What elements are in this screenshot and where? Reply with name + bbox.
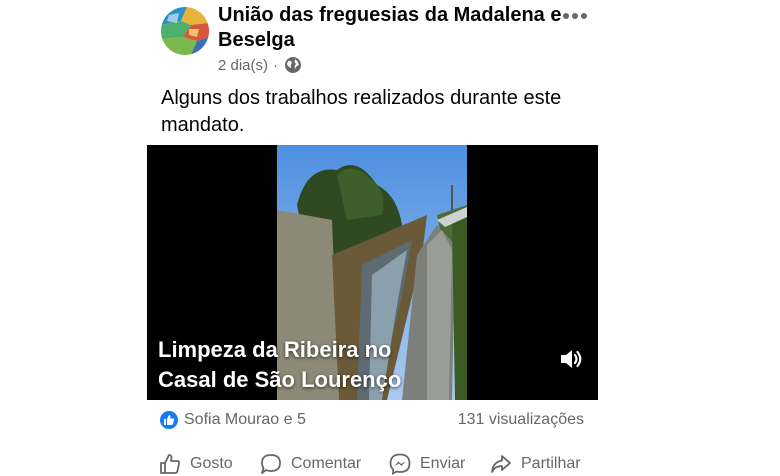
messenger-icon — [389, 453, 411, 476]
share-icon — [491, 455, 511, 473]
post-meta: 2 dia(s) · — [218, 55, 302, 75]
action-bar: Gosto Comentar Enviar Partilhar — [158, 452, 598, 476]
more-options-icon[interactable] — [560, 6, 590, 26]
post-caption: Alguns dos trabalhos realizados durante … — [161, 87, 562, 136]
share-label: Partilhar — [521, 455, 581, 472]
post-time[interactable]: 2 dia(s) — [218, 57, 268, 74]
send-button[interactable]: Enviar — [388, 452, 465, 476]
reactions-text: Sofia Mourao e 5 — [184, 411, 306, 428]
video-player[interactable]: Limpeza da Ribeira no Casal de São Loure… — [147, 145, 598, 400]
meta-separator: · — [273, 56, 279, 74]
reactions-summary[interactable]: Sofia Mourao e 5 — [160, 410, 306, 430]
page-avatar[interactable] — [161, 7, 209, 55]
video-title-line1: Limpeza da Ribeira no — [158, 337, 392, 362]
video-title-line2: Casal de São Lourenço — [158, 367, 402, 392]
send-label: Enviar — [420, 455, 466, 472]
comment-button[interactable]: Comentar — [259, 452, 361, 476]
like-reaction-icon — [160, 411, 178, 429]
like-icon — [160, 454, 180, 474]
volume-icon[interactable] — [558, 346, 584, 372]
views-count: 131 visualizações — [457, 411, 584, 428]
page-name[interactable]: União das freguesias da Madalena e Besel… — [218, 3, 568, 53]
comment-icon — [261, 454, 281, 474]
facebook-post: União das freguesias da Madalena e Besel… — [0, 0, 780, 476]
share-button[interactable]: Partilhar — [489, 452, 581, 476]
comment-label: Comentar — [291, 455, 362, 472]
like-button[interactable]: Gosto — [158, 452, 233, 476]
like-label: Gosto — [190, 455, 233, 472]
video-title-overlay: Limpeza da Ribeira no Casal de São Loure… — [158, 335, 518, 395]
globe-icon — [284, 56, 302, 74]
